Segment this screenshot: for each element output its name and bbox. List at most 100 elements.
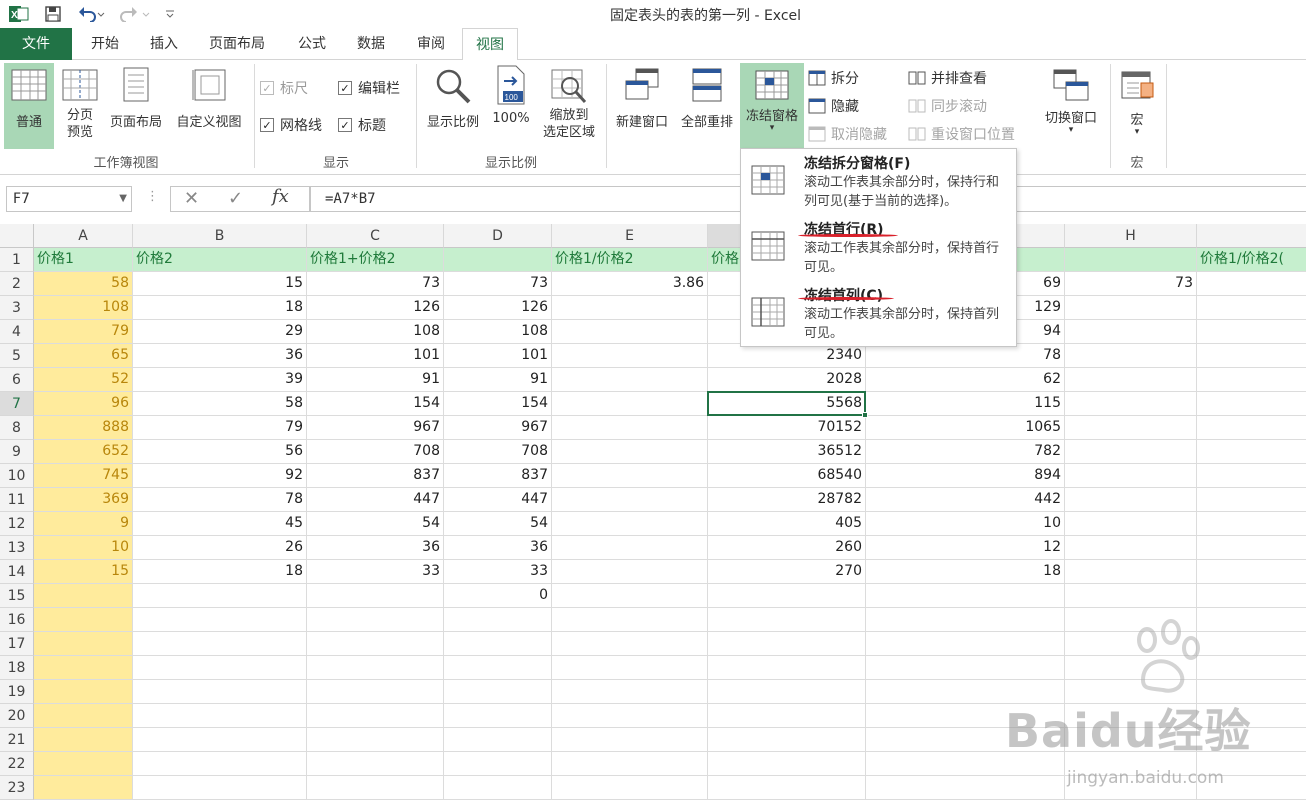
- row-header[interactable]: 9: [0, 440, 34, 464]
- header-cell[interactable]: 价格1: [34, 248, 133, 272]
- unhide-window-button[interactable]: 取消隐藏: [808, 124, 887, 144]
- table-cell[interactable]: [307, 656, 444, 680]
- table-cell[interactable]: [866, 656, 1065, 680]
- table-cell[interactable]: 79: [34, 320, 133, 344]
- table-cell[interactable]: [444, 752, 552, 776]
- table-cell[interactable]: 18: [133, 560, 307, 584]
- row-header[interactable]: 16: [0, 608, 34, 632]
- table-cell[interactable]: [307, 728, 444, 752]
- column-header[interactable]: [1197, 224, 1306, 248]
- table-cell[interactable]: 96: [34, 392, 133, 416]
- tab-file[interactable]: 文件: [0, 28, 72, 60]
- table-cell[interactable]: 708: [307, 440, 444, 464]
- table-cell[interactable]: 56: [133, 440, 307, 464]
- table-cell[interactable]: [1197, 296, 1306, 320]
- row-header[interactable]: 5: [0, 344, 34, 368]
- table-cell[interactable]: [552, 392, 708, 416]
- table-cell[interactable]: 442: [866, 488, 1065, 512]
- table-cell[interactable]: [34, 584, 133, 608]
- gridlines-checkbox[interactable]: ✓ 网格线: [260, 115, 322, 135]
- table-cell[interactable]: [307, 632, 444, 656]
- row-header[interactable]: 4: [0, 320, 34, 344]
- zoom-100-button[interactable]: 100 100%: [488, 63, 534, 149]
- headings-checkbox[interactable]: ✓ 标题: [338, 115, 386, 135]
- table-cell[interactable]: [1197, 584, 1306, 608]
- table-cell[interactable]: [133, 680, 307, 704]
- table-cell[interactable]: 91: [307, 368, 444, 392]
- table-cell[interactable]: [1065, 464, 1197, 488]
- table-cell[interactable]: [1197, 392, 1306, 416]
- table-cell[interactable]: 270: [708, 560, 866, 584]
- table-cell[interactable]: [133, 656, 307, 680]
- table-cell[interactable]: 3.86: [552, 272, 708, 296]
- table-cell[interactable]: 58: [34, 272, 133, 296]
- row-header[interactable]: 21: [0, 728, 34, 752]
- table-cell[interactable]: 745: [34, 464, 133, 488]
- table-cell[interactable]: 92: [133, 464, 307, 488]
- header-cell[interactable]: 价格2: [133, 248, 307, 272]
- table-cell[interactable]: 9: [34, 512, 133, 536]
- table-cell[interactable]: 126: [444, 296, 552, 320]
- table-cell[interactable]: 62: [866, 368, 1065, 392]
- table-cell[interactable]: [1197, 272, 1306, 296]
- table-cell[interactable]: [552, 752, 708, 776]
- reset-window-position-button[interactable]: 重设窗口位置: [908, 124, 1015, 144]
- split-button[interactable]: 拆分: [808, 68, 859, 88]
- table-cell[interactable]: [1197, 488, 1306, 512]
- table-cell[interactable]: [1065, 776, 1197, 800]
- table-cell[interactable]: 26: [133, 536, 307, 560]
- table-cell[interactable]: 36: [444, 536, 552, 560]
- table-cell[interactable]: [34, 608, 133, 632]
- table-cell[interactable]: [708, 728, 866, 752]
- menu-item-freeze-first-column[interactable]: 冻结首列(C) 滚动工作表其余部分时，保持首列可见。: [741, 281, 1016, 347]
- table-cell[interactable]: 73: [444, 272, 552, 296]
- row-header[interactable]: 23: [0, 776, 34, 800]
- table-cell[interactable]: [1065, 344, 1197, 368]
- table-cell[interactable]: [866, 728, 1065, 752]
- row-header[interactable]: 20: [0, 704, 34, 728]
- tab-page-layout[interactable]: 页面布局: [196, 28, 278, 60]
- header-cell[interactable]: 价格1/价格2(: [1197, 248, 1306, 272]
- row-header[interactable]: 18: [0, 656, 34, 680]
- table-cell[interactable]: [1197, 680, 1306, 704]
- table-cell[interactable]: [444, 608, 552, 632]
- table-cell[interactable]: [1065, 512, 1197, 536]
- table-cell[interactable]: 782: [866, 440, 1065, 464]
- table-cell[interactable]: 10: [866, 512, 1065, 536]
- table-cell[interactable]: [1197, 464, 1306, 488]
- table-cell[interactable]: [552, 416, 708, 440]
- table-cell[interactable]: 154: [307, 392, 444, 416]
- table-cell[interactable]: [1065, 320, 1197, 344]
- table-cell[interactable]: 0: [444, 584, 552, 608]
- table-cell[interactable]: [1197, 536, 1306, 560]
- table-cell[interactable]: [552, 296, 708, 320]
- row-header[interactable]: 22: [0, 752, 34, 776]
- table-cell[interactable]: [1065, 392, 1197, 416]
- table-cell[interactable]: [552, 320, 708, 344]
- cancel-icon[interactable]: ✕: [184, 188, 199, 209]
- table-cell[interactable]: [34, 680, 133, 704]
- table-cell[interactable]: 54: [444, 512, 552, 536]
- zoom-to-selection-button[interactable]: 缩放到 选定区域: [536, 63, 602, 149]
- tab-insert[interactable]: 插入: [138, 28, 190, 60]
- table-cell[interactable]: [133, 728, 307, 752]
- table-cell[interactable]: 15: [133, 272, 307, 296]
- row-header[interactable]: 2: [0, 272, 34, 296]
- table-cell[interactable]: [708, 704, 866, 728]
- table-cell[interactable]: [34, 656, 133, 680]
- select-all-corner[interactable]: [0, 224, 34, 248]
- table-cell[interactable]: [1065, 704, 1197, 728]
- table-cell[interactable]: [866, 752, 1065, 776]
- table-cell[interactable]: 10: [34, 536, 133, 560]
- table-cell[interactable]: [133, 776, 307, 800]
- table-cell[interactable]: [444, 632, 552, 656]
- table-cell[interactable]: 101: [307, 344, 444, 368]
- synchronous-scrolling-button[interactable]: 同步滚动: [908, 96, 987, 116]
- table-cell[interactable]: [34, 632, 133, 656]
- table-cell[interactable]: 2028: [708, 368, 866, 392]
- column-header[interactable]: H: [1065, 224, 1197, 248]
- row-header[interactable]: 8: [0, 416, 34, 440]
- tab-review[interactable]: 审阅: [404, 28, 458, 60]
- table-cell[interactable]: [552, 632, 708, 656]
- table-cell[interactable]: [444, 704, 552, 728]
